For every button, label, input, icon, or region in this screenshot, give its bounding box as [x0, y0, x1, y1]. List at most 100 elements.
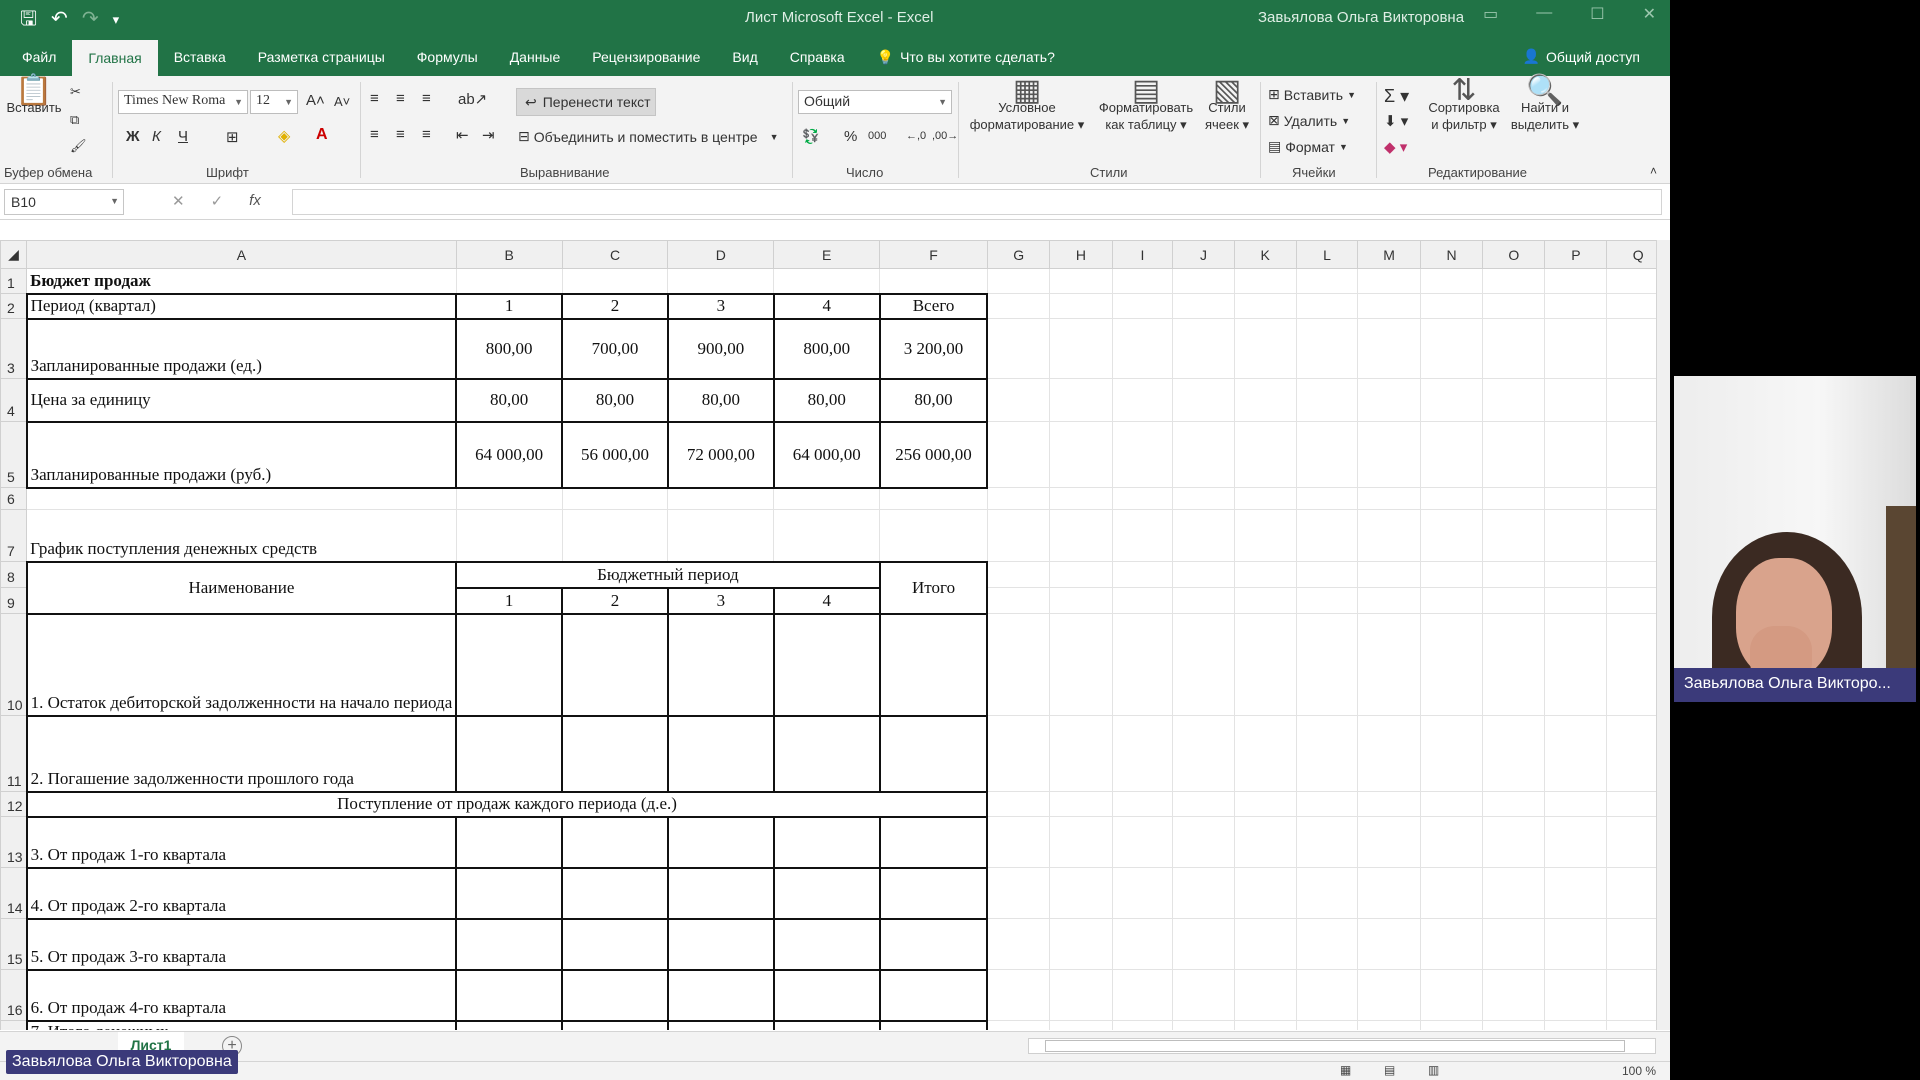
row-header[interactable]: 9: [0, 587, 28, 614]
cell-b10-selected[interactable]: [455, 612, 564, 717]
worksheet-grid[interactable]: ◢ A B C D E F G H I J K L M N O P Q 1 Бю…: [0, 240, 1670, 1030]
autosum-icon[interactable]: Σ ▾: [1384, 86, 1409, 107]
cell-e9[interactable]: 4: [772, 586, 881, 615]
clear-icon[interactable]: ◆ ▾: [1384, 138, 1407, 156]
orientation-icon[interactable]: ab↗: [458, 90, 487, 108]
cell-e4[interactable]: 80,00: [772, 377, 881, 423]
cell-c3[interactable]: 700,00: [561, 317, 669, 380]
cell-e5[interactable]: 64 000,00: [772, 420, 881, 489]
increase-font-icon[interactable]: A˄: [306, 92, 325, 109]
font-color-icon[interactable]: A: [316, 126, 328, 144]
find-select-button[interactable]: 🔍 Найти и выделить ▾: [1506, 76, 1584, 133]
save-icon[interactable]: 🖫: [20, 9, 37, 29]
align-top-icon[interactable]: ≡: [370, 90, 379, 107]
row-header[interactable]: 15: [0, 918, 28, 970]
scroll-thumb[interactable]: [1045, 1040, 1625, 1052]
customize-qat-icon[interactable]: ▾: [113, 13, 120, 26]
column-header[interactable]: J: [1172, 240, 1235, 269]
font-size-box[interactable]: 12 ▼: [250, 90, 298, 114]
align-center-icon[interactable]: ≡: [396, 126, 405, 143]
tab-view[interactable]: Вид: [716, 38, 773, 76]
maximize-icon[interactable]: ☐: [1590, 4, 1604, 24]
cell-d5[interactable]: 72 000,00: [666, 420, 775, 489]
decrease-decimal-icon[interactable]: ,00→: [932, 130, 958, 142]
cell-d2[interactable]: 3: [666, 292, 775, 320]
cell-a17[interactable]: 7. Итого денежных: [25, 1019, 458, 1030]
tab-page-layout[interactable]: Разметка страницы: [242, 38, 401, 76]
select-all[interactable]: ◢: [0, 240, 28, 269]
format-cells-button[interactable]: ▤ Формат ▼: [1268, 138, 1348, 155]
column-header[interactable]: M: [1357, 240, 1421, 269]
insert-cells-button[interactable]: ⊞ Вставить ▼: [1268, 86, 1356, 103]
row-header[interactable]: 6: [0, 487, 28, 510]
page-layout-icon[interactable]: ▤: [1384, 1063, 1395, 1077]
page-break-icon[interactable]: ▥: [1428, 1063, 1439, 1077]
cell-a12[interactable]: Поступление от продаж каждого периода (д…: [25, 790, 989, 818]
copy-icon[interactable]: ⧉: [70, 112, 79, 128]
bold-icon[interactable]: Ж: [126, 128, 140, 145]
cell-styles-button[interactable]: ▧ Стили ячеек ▾: [1200, 76, 1254, 133]
align-left-icon[interactable]: ≡: [370, 126, 379, 143]
row-header[interactable]: 16: [0, 969, 28, 1021]
cell-a2[interactable]: Период (квартал): [25, 292, 458, 320]
borders-icon[interactable]: ⊞: [226, 128, 239, 146]
cell-d9[interactable]: 3: [666, 586, 775, 615]
tab-file[interactable]: Файл: [6, 38, 72, 76]
row-header[interactable]: 10: [0, 613, 28, 716]
currency-icon[interactable]: 💱: [802, 128, 819, 145]
column-header[interactable]: A: [26, 240, 457, 269]
name-box[interactable]: B10 ▼: [4, 189, 124, 215]
cell-a10[interactable]: 1. Остаток дебиторской задолженности на …: [25, 612, 458, 717]
cell-a16[interactable]: 6. От продаж 4-го квартала: [25, 968, 458, 1022]
align-bottom-icon[interactable]: ≡: [422, 90, 431, 107]
redo-icon[interactable]: ↷: [82, 9, 99, 29]
increase-decimal-icon[interactable]: ←,0: [906, 130, 926, 142]
fill-icon[interactable]: ⬇ ▾: [1384, 112, 1408, 130]
cell-e3[interactable]: 800,00: [772, 317, 881, 380]
close-icon[interactable]: ✕: [1643, 4, 1656, 24]
cell-a14[interactable]: 4. От продаж 2-го квартала: [25, 866, 458, 920]
tab-insert[interactable]: Вставка: [158, 38, 242, 76]
wrap-text-button[interactable]: ↩ Перенести текст: [516, 88, 656, 116]
column-header[interactable]: K: [1233, 240, 1297, 269]
cell-d3[interactable]: 900,00: [666, 317, 775, 380]
ribbon-display-icon[interactable]: ▭: [1483, 4, 1498, 24]
column-header[interactable]: B: [455, 240, 563, 269]
cell-f3[interactable]: 3 200,00: [878, 317, 989, 380]
cell-b8[interactable]: Бюджетный период: [455, 560, 881, 589]
tab-home[interactable]: Главная: [72, 40, 158, 76]
cell-b5[interactable]: 64 000,00: [455, 420, 564, 489]
column-header[interactable]: O: [1482, 240, 1546, 269]
cell-a4[interactable]: Цена за единицу: [25, 377, 458, 423]
tab-review[interactable]: Рецензирование: [576, 38, 716, 76]
merge-center-button[interactable]: ⊟ Объединить и поместить в центре ▼: [518, 128, 778, 145]
column-header[interactable]: P: [1544, 240, 1608, 269]
delete-cells-button[interactable]: ⊠ Удалить ▼: [1268, 112, 1350, 129]
cell-b9[interactable]: 1: [455, 586, 564, 615]
row-header[interactable]: 7: [0, 509, 28, 562]
font-name-box[interactable]: Times New Roma ▼: [118, 90, 248, 114]
align-right-icon[interactable]: ≡: [422, 126, 431, 143]
zoom-level[interactable]: 100 %: [1622, 1064, 1656, 1078]
cell-a15[interactable]: 5. От продаж 3-го квартала: [25, 917, 458, 971]
cell-f4[interactable]: 80,00: [878, 377, 989, 423]
thousands-icon[interactable]: 000: [868, 130, 886, 142]
insert-function-icon[interactable]: fx: [249, 192, 261, 210]
cell-c2[interactable]: 2: [561, 292, 669, 320]
cell-b2[interactable]: 1: [455, 292, 564, 320]
underline-icon[interactable]: Ч: [178, 128, 188, 145]
decrease-font-icon[interactable]: A˅: [334, 94, 350, 109]
column-header[interactable]: E: [773, 240, 881, 269]
row-header[interactable]: 12: [0, 791, 28, 817]
row-header[interactable]: 11: [0, 715, 28, 792]
increase-indent-icon[interactable]: ⇥: [482, 126, 495, 144]
vertical-scrollbar[interactable]: [1656, 240, 1670, 1030]
undo-icon[interactable]: ↶: [51, 9, 68, 29]
column-header[interactable]: N: [1419, 240, 1484, 269]
column-header[interactable]: G: [986, 240, 1051, 269]
fill-color-icon[interactable]: ◈: [278, 126, 290, 146]
italic-icon[interactable]: К: [152, 128, 161, 145]
cancel-icon[interactable]: ✕: [172, 192, 185, 210]
row-header[interactable]: 13: [0, 816, 28, 868]
cut-icon[interactable]: ✂: [70, 84, 81, 100]
